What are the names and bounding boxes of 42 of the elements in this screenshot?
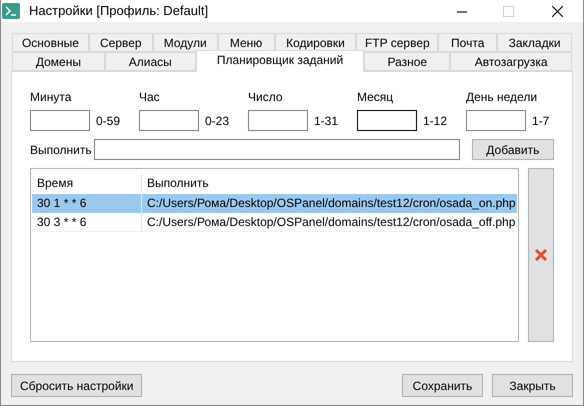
close-button[interactable]: Закрыть [492, 374, 573, 397]
field-label: Месяц [357, 89, 394, 105]
delete-icon [534, 248, 548, 262]
tab[interactable]: Разное [364, 52, 450, 71]
table-cell-text: C:/Users/Рома/Desktop/OSPanel/domains/test12/cron/osada_on.php [146, 195, 517, 212]
command-input[interactable] [94, 139, 460, 160]
tab[interactable]: Модули [152, 33, 218, 52]
close-icon[interactable] [552, 6, 563, 16]
field-label: Выполнить [30, 142, 93, 158]
range-hint: 1-31 [314, 112, 340, 130]
field-label: Число [248, 89, 284, 105]
input-field[interactable] [139, 110, 199, 131]
save-button[interactable]: Сохранить [402, 374, 483, 397]
window-title: Настройки [Профиль: Default] [29, 2, 208, 20]
field-label: День недели [466, 89, 538, 105]
tab[interactable]: Планировщик заданий [196, 50, 364, 72]
tab[interactable]: Автозагрузка [450, 52, 572, 71]
table-cell: 30 3 * * 6 [32, 213, 142, 231]
tab[interactable]: Закладки [497, 33, 572, 52]
task-row[interactable]: 30 3 * * 6 C:/Users/Рома/Desktop/OSPanel/domains/test12/cron/osada_off.php [32, 213, 518, 232]
input-field[interactable] [357, 110, 417, 131]
field-label: Час [139, 89, 161, 105]
tab[interactable]: Сервер [88, 33, 153, 52]
tab[interactable]: FTP сервер [356, 33, 438, 52]
field-label: Минута [30, 89, 72, 105]
column-header[interactable]: Время [32, 174, 142, 192]
tab[interactable]: Основные [12, 33, 89, 52]
reset-button[interactable]: Сбросить настройки [11, 374, 142, 397]
tab[interactable]: Алиасы [104, 52, 196, 71]
table-cell-text: C:/Users/Рома/Desktop/OSPanel/domains/test12/cron/osada_off.php [146, 214, 516, 230]
add-button[interactable]: Добавить [472, 139, 554, 160]
range-hint: 1-7 [532, 112, 550, 130]
input-field[interactable] [466, 110, 526, 131]
range-hint: 0-23 [205, 112, 230, 130]
tab[interactable]: Почта [438, 33, 498, 52]
input-field[interactable] [30, 110, 90, 131]
task-row[interactable]: 30 1 * * 6 C:/Users/Рома/Desktop/OSPanel/domains/test12/cron/osada_on.php [32, 194, 518, 213]
tab[interactable]: Домены [12, 52, 105, 71]
column-header[interactable]: Выполнить [142, 174, 518, 192]
range-hint: 0-59 [96, 112, 122, 130]
range-hint: 1-12 [423, 112, 448, 130]
input-field[interactable] [248, 110, 308, 131]
